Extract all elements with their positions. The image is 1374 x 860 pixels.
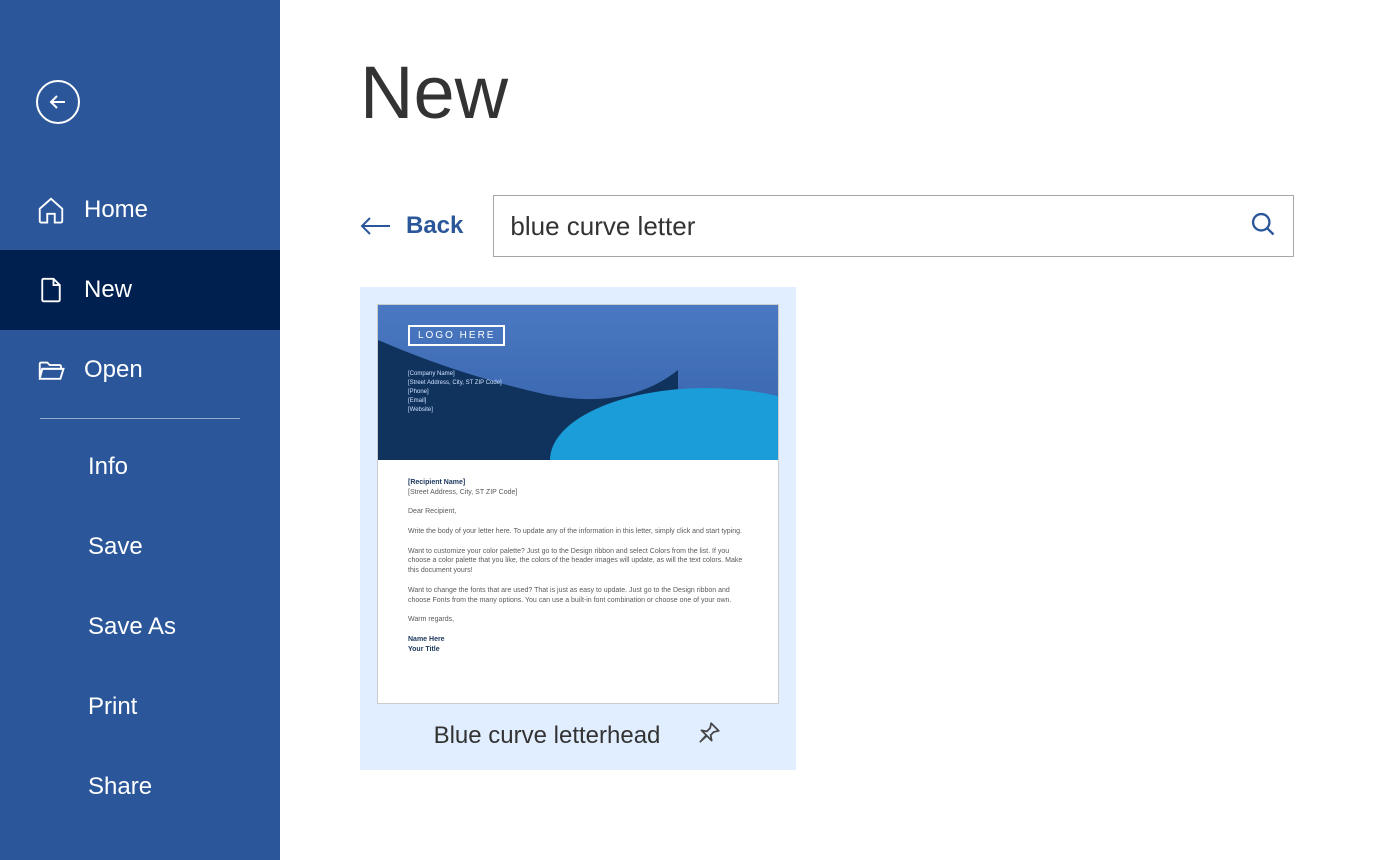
sidebar-divider [40, 418, 240, 419]
template-card-blue-curve-letterhead[interactable]: LOGO HERE [Company Name] [Street Address… [360, 287, 796, 770]
sidebar-item-share[interactable]: Share [0, 747, 280, 827]
page-title: New [360, 50, 1294, 135]
template-thumbnail: LOGO HERE [Company Name] [Street Address… [377, 304, 779, 704]
arrow-left-icon [360, 216, 392, 236]
sidebar-item-label: Home [84, 196, 148, 224]
backstage-sidebar: Home New Open Info Save Save As Print Sh… [0, 0, 280, 860]
sidebar-item-label: Share [88, 773, 152, 801]
arrow-left-icon [46, 90, 70, 114]
back-button[interactable] [36, 80, 80, 124]
sidebar-item-save-as[interactable]: Save As [0, 587, 280, 667]
template-name-label: Blue curve letterhead [434, 722, 661, 750]
home-icon [36, 195, 66, 225]
new-document-icon [36, 275, 66, 305]
thumbnail-header-wave: LOGO HERE [Company Name] [Street Address… [378, 305, 778, 460]
sidebar-item-label: Info [88, 453, 128, 481]
search-input[interactable] [510, 211, 1249, 242]
search-icon [1249, 210, 1277, 238]
sidebar-item-info[interactable]: Info [0, 427, 280, 507]
sidebar-item-label: Print [88, 693, 137, 721]
sidebar-item-label: Save [88, 533, 143, 561]
company-info-placeholder: [Company Name] [Street Address, City, ST… [408, 370, 502, 415]
sidebar-item-label: New [84, 276, 132, 304]
sidebar-item-open[interactable]: Open [0, 330, 280, 410]
back-link-label: Back [406, 212, 463, 240]
sidebar-item-print[interactable]: Print [0, 667, 280, 747]
search-button[interactable] [1249, 210, 1277, 243]
main-panel: New Back LOGO HERE [Company Name] [Stree… [280, 0, 1374, 860]
open-folder-icon [36, 355, 66, 385]
sidebar-item-home[interactable]: Home [0, 170, 280, 250]
pin-button[interactable] [696, 720, 722, 751]
template-footer: Blue curve letterhead [377, 704, 779, 759]
sidebar-item-save[interactable]: Save [0, 507, 280, 587]
search-row: Back [360, 195, 1294, 257]
thumbnail-body: [Recipient Name] [Street Address, City, … [378, 460, 778, 672]
sidebar-item-label: Open [84, 356, 143, 384]
back-link[interactable]: Back [360, 212, 463, 240]
logo-placeholder: LOGO HERE [408, 325, 505, 346]
sidebar-item-label: Save As [88, 613, 176, 641]
sidebar-item-new[interactable]: New [0, 250, 280, 330]
search-box [493, 195, 1294, 257]
pin-icon [696, 720, 722, 746]
